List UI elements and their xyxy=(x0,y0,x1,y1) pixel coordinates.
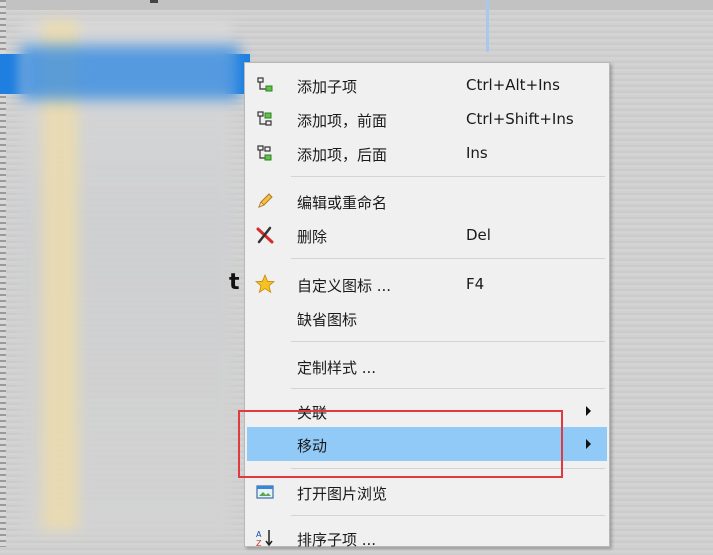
blurred-selection xyxy=(20,45,240,100)
menu-separator xyxy=(291,176,605,177)
add-after-icon xyxy=(255,143,275,163)
menu-item-label: 自定义图标 ... xyxy=(297,277,392,295)
menu-item-shortcut: F4 xyxy=(466,275,485,293)
add-before-icon xyxy=(255,109,275,129)
menu-item-sort-children[interactable]: AZ 排序子项 ... xyxy=(247,521,607,555)
menu-separator xyxy=(291,515,605,516)
add-child-icon xyxy=(255,75,275,95)
vertical-divider xyxy=(486,0,489,52)
menu-separator xyxy=(291,341,605,342)
svg-text:A: A xyxy=(256,530,262,539)
menu-item-label: 定制样式 ... xyxy=(297,359,377,377)
menu-item-add-child[interactable]: 添加子项 Ctrl+Alt+Ins xyxy=(247,68,607,102)
star-icon xyxy=(254,273,276,294)
sort-az-icon: AZ xyxy=(255,528,275,548)
menu-item-add-before[interactable]: 添加项，前面 Ctrl+Shift+Ins xyxy=(247,102,607,136)
menu-item-add-after[interactable]: 添加项，后面 Ins xyxy=(247,136,607,170)
submenu-arrow-icon xyxy=(586,439,591,449)
partial-text: t xyxy=(229,270,240,295)
menu-item-shortcut: Del xyxy=(466,226,491,244)
pencil-icon xyxy=(255,191,275,211)
menu-item-label: 添加子项 xyxy=(297,78,358,96)
annotation-highlight-box xyxy=(238,410,563,478)
menu-item-label: 删除 xyxy=(297,228,328,246)
menu-item-open-image-viewer[interactable]: 打开图片浏览 xyxy=(247,475,607,509)
menu-item-label: 打开图片浏览 xyxy=(297,485,388,503)
menu-item-label: 缺省图标 xyxy=(297,311,358,329)
menu-separator xyxy=(291,388,605,389)
menu-item-custom-icon[interactable]: 自定义图标 ... F4 xyxy=(247,267,607,301)
menu-item-custom-style[interactable]: 定制样式 ... xyxy=(247,349,607,383)
menu-item-edit-rename[interactable]: 编辑或重命名 xyxy=(247,184,607,218)
delete-x-icon xyxy=(255,225,275,245)
menu-item-label: 添加项，后面 xyxy=(297,146,388,164)
menu-item-delete[interactable]: 删除 Del xyxy=(247,218,607,252)
top-mark xyxy=(150,0,158,3)
menu-item-default-icon[interactable]: 缺省图标 xyxy=(247,301,607,335)
menu-item-label: 添加项，前面 xyxy=(297,112,388,130)
menu-item-shortcut: Ctrl+Alt+Ins xyxy=(466,76,560,94)
menu-item-shortcut: Ins xyxy=(466,144,488,162)
top-edge xyxy=(0,0,713,10)
menu-item-label: 编辑或重命名 xyxy=(297,194,388,212)
image-viewer-icon xyxy=(255,482,275,502)
submenu-arrow-icon xyxy=(586,406,591,416)
menu-separator xyxy=(291,258,605,259)
menu-item-shortcut: Ctrl+Shift+Ins xyxy=(466,110,574,128)
